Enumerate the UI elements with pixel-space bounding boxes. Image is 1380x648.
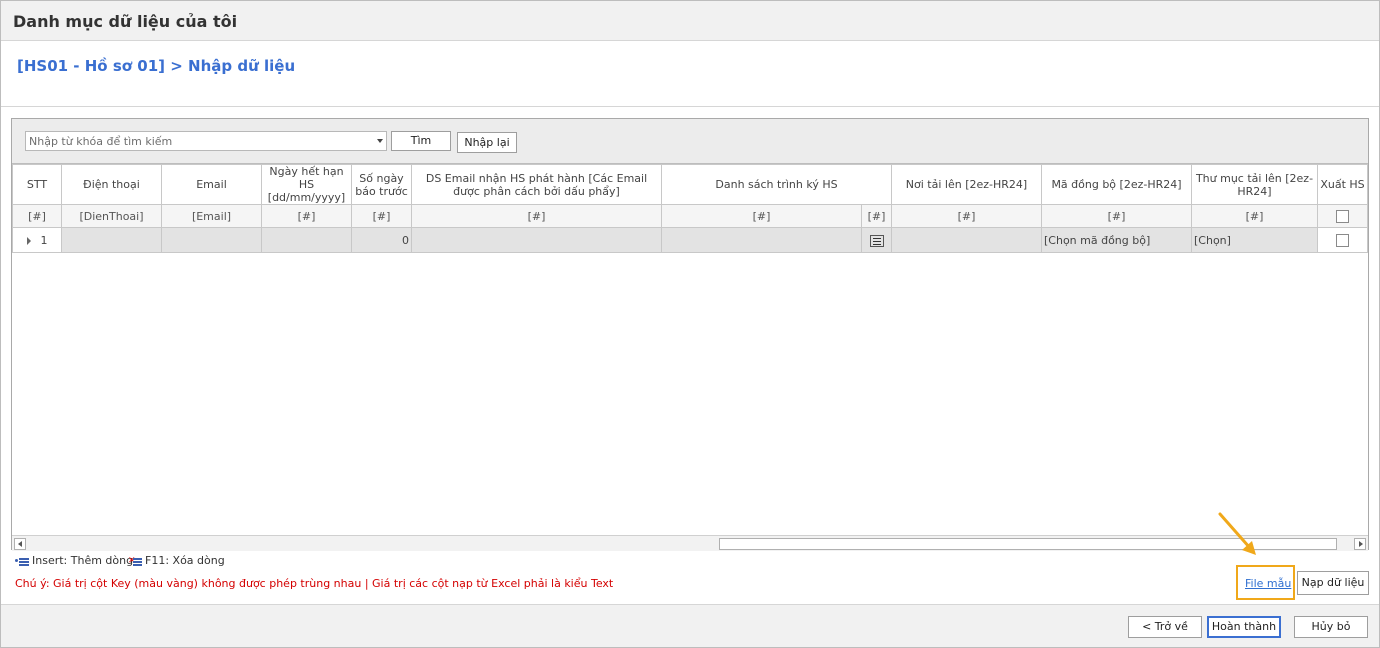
row-pointer-icon	[26, 236, 31, 245]
file-mau-link[interactable]: File mẫu	[1245, 577, 1291, 590]
cell-email[interactable]	[161, 227, 262, 253]
arrow-pointer-icon	[1218, 512, 1256, 555]
delete-hint-text: F11: Xóa dòng	[145, 554, 225, 567]
col-header-ngayhethan[interactable]: Ngày hết hạn HS [dd/mm/yyyy]	[261, 164, 352, 205]
cell-thumuc[interactable]: [Chọn]	[1191, 227, 1318, 253]
col-header-noitai[interactable]: Nơi tải lên [2ez-HR24]	[891, 164, 1042, 205]
filter-danhsachky-btn[interactable]: [#]	[861, 204, 892, 228]
warning-note: Chú ý: Giá trị cột Key (màu vàng) không …	[15, 577, 614, 590]
col-header-thumuc[interactable]: Thư mục tải lên [2ez-HR24]	[1191, 164, 1318, 205]
delete-row-icon: ✕	[128, 557, 142, 566]
col-header-madongbo[interactable]: Mã đồng bộ [2ez-HR24]	[1041, 164, 1192, 205]
filter-row: [#] [DienThoai] [Email] [#] [#] [#] [#] …	[12, 204, 1368, 228]
filter-thumuc[interactable]: [#]	[1191, 204, 1318, 228]
cell-danhsachky-btn[interactable]	[861, 227, 892, 253]
col-header-email[interactable]: Email	[161, 164, 262, 205]
cell-madongbo[interactable]: [Chọn mã đồng bộ]	[1041, 227, 1192, 253]
filter-dsemail[interactable]: [#]	[411, 204, 662, 228]
filter-email[interactable]: [Email]	[161, 204, 262, 228]
scroll-right-icon[interactable]	[1354, 538, 1366, 550]
title-bar: Danh mục dữ liệu của tôi	[1, 1, 1379, 41]
filter-stt[interactable]: [#]	[12, 204, 62, 228]
cell-xuat[interactable]	[1317, 227, 1368, 253]
search-toolbar: Tìm Nhập lại	[12, 119, 1368, 163]
insert-hint: Insert: Thêm dòng	[15, 554, 133, 567]
breadcrumb: [HS01 - Hồ sơ 01] > Nhập dữ liệu	[17, 57, 296, 75]
col-header-songay[interactable]: Số ngày báo trước	[351, 164, 412, 205]
divider	[1, 106, 1379, 107]
delete-hint: ✕ F11: Xóa dòng	[128, 554, 225, 567]
header-row: STT Điện thoại Email Ngày hết hạn HS [dd…	[12, 164, 1368, 205]
list-icon[interactable]	[869, 234, 884, 247]
data-table: STT Điện thoại Email Ngày hết hạn HS [dd…	[12, 164, 1368, 253]
filter-xuat[interactable]	[1317, 204, 1368, 228]
search-button[interactable]: Tìm	[391, 131, 451, 151]
col-header-xuat[interactable]: Xuất HS	[1317, 164, 1368, 205]
window-title: Danh mục dữ liệu của tôi	[13, 12, 238, 31]
select-all-checkbox[interactable]	[1336, 209, 1349, 223]
data-panel: Tìm Nhập lại STT Điện thoại Ema	[11, 118, 1369, 551]
reset-button[interactable]: Nhập lại	[457, 132, 517, 153]
finish-button[interactable]: Hoàn thành	[1207, 616, 1281, 638]
filter-noitai[interactable]: [#]	[891, 204, 1042, 228]
insert-hint-text: Insert: Thêm dòng	[32, 554, 134, 567]
back-button[interactable]: < Trở về	[1128, 616, 1202, 638]
cell-songay[interactable]: 0	[351, 227, 412, 253]
col-header-stt[interactable]: STT	[12, 164, 62, 205]
scroll-left-icon[interactable]	[14, 538, 26, 550]
filter-danhsachky[interactable]: [#]	[661, 204, 862, 228]
chevron-down-icon[interactable]	[377, 139, 383, 143]
add-row-icon	[15, 557, 29, 566]
cell-dienthoai[interactable]	[61, 227, 162, 253]
cell-stt: 1	[40, 233, 48, 247]
cell-danhsachky[interactable]	[661, 227, 862, 253]
data-grid: STT Điện thoại Email Ngày hết hạn HS [dd…	[12, 163, 1368, 535]
filter-ngayhethan[interactable]: [#]	[261, 204, 352, 228]
filter-madongbo[interactable]: [#]	[1041, 204, 1192, 228]
cell-ngayhethan[interactable]	[261, 227, 352, 253]
table-row[interactable]: 1 0 [Chọn mã đồng bộ] [Chọn]	[12, 227, 1368, 253]
cell-dsemail[interactable]	[411, 227, 662, 253]
export-checkbox[interactable]	[1336, 233, 1349, 247]
cell-noitai[interactable]	[891, 227, 1042, 253]
load-data-button[interactable]: Nạp dữ liệu	[1297, 571, 1369, 595]
row-indicator[interactable]: 1	[12, 227, 62, 253]
search-combo[interactable]	[25, 131, 387, 151]
cancel-button[interactable]: Hủy bỏ	[1294, 616, 1368, 638]
filter-songay[interactable]: [#]	[351, 204, 412, 228]
col-header-dsemail[interactable]: DS Email nhận HS phát hành [Các Email đư…	[411, 164, 662, 205]
col-header-dienthoai[interactable]: Điện thoại	[61, 164, 162, 205]
search-input[interactable]	[26, 132, 366, 150]
horizontal-scrollbar[interactable]	[12, 535, 1368, 551]
filter-dienthoai[interactable]: [DienThoai]	[61, 204, 162, 228]
col-header-danhsachky[interactable]: Danh sách trình ký HS	[661, 164, 892, 205]
